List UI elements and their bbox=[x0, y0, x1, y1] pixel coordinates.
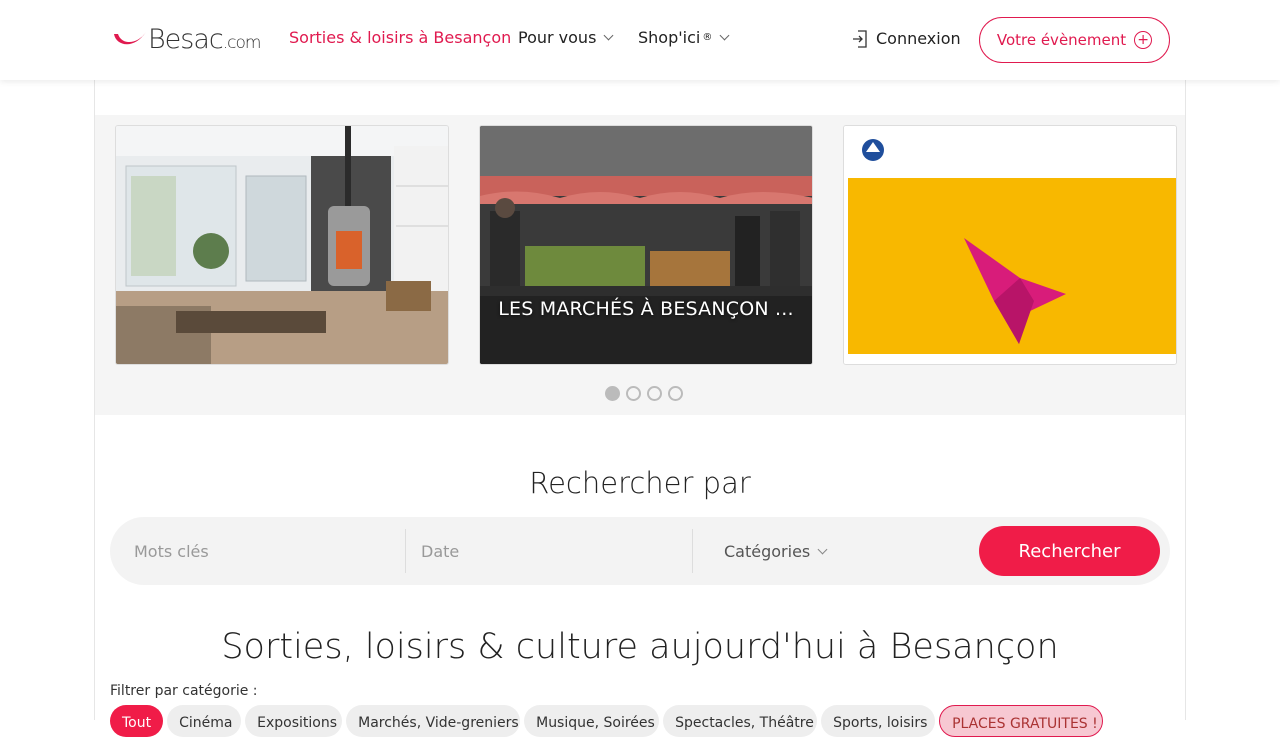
carousel-dot[interactable] bbox=[668, 386, 683, 401]
keywords-placeholder: Mots clés bbox=[134, 541, 209, 561]
chip-places-gratuites[interactable]: PLACES GRATUITES ! bbox=[939, 705, 1104, 737]
carousel-dots bbox=[605, 386, 683, 401]
search-title: Rechercher par bbox=[529, 466, 751, 500]
nav-label: Sorties & loisirs à Besançon bbox=[289, 28, 512, 47]
login-icon bbox=[853, 29, 867, 48]
categories-label: Catégories bbox=[724, 541, 811, 561]
site-logo[interactable]: Besac.com bbox=[112, 22, 261, 56]
date-input[interactable]: Date bbox=[421, 517, 691, 585]
chip-spectacles[interactable]: Spectacles, Théâtre bbox=[663, 705, 818, 737]
plus-circle-icon: + bbox=[1134, 31, 1153, 49]
chip-musique[interactable]: Musique, Soirées bbox=[524, 705, 660, 737]
living-room-image bbox=[116, 126, 448, 364]
add-event-label: Votre évènement bbox=[996, 31, 1127, 49]
category-chips: Tout Cinéma Expositions Marchés, Vide-gr… bbox=[110, 705, 1104, 737]
carousel-dot[interactable] bbox=[626, 386, 641, 401]
logo-swoosh-icon bbox=[114, 32, 146, 45]
add-event-button[interactable]: Votre évènement + bbox=[979, 17, 1170, 63]
filter-label: Filtrer par catégorie : bbox=[110, 683, 258, 699]
chip-tout[interactable]: Tout bbox=[110, 705, 164, 737]
site-header: Besac.com Sorties & loisirs à Besançon P… bbox=[0, 0, 1280, 80]
carousel-dot[interactable] bbox=[647, 386, 662, 401]
section-title: Sorties, loisirs & culture aujourd'hui à… bbox=[221, 627, 1059, 667]
nav-sorties-loisirs[interactable]: Sorties & loisirs à Besançon bbox=[289, 28, 511, 47]
nav-pour-vous[interactable]: Pour vous bbox=[518, 28, 614, 47]
carousel-slide-assurance-maladie[interactable] bbox=[843, 125, 1177, 365]
chevron-down-icon bbox=[817, 544, 828, 554]
registered-mark: ® bbox=[702, 32, 713, 43]
divider bbox=[405, 529, 406, 573]
search-button[interactable]: Rechercher bbox=[979, 526, 1160, 576]
login-label: Connexion bbox=[876, 29, 961, 48]
chip-cinema[interactable]: Cinéma bbox=[167, 705, 242, 737]
chip-marches[interactable]: Marchés, Vide-greniers bbox=[346, 705, 521, 737]
date-placeholder: Date bbox=[421, 541, 460, 561]
nav-label: Shop'ici bbox=[638, 28, 701, 47]
chevron-down-icon bbox=[719, 30, 730, 41]
divider bbox=[692, 529, 693, 573]
assurance-maladie-ad-image bbox=[844, 126, 1176, 364]
carousel-slide-fireplace[interactable] bbox=[115, 125, 449, 365]
market-image bbox=[480, 126, 812, 364]
nav-shop-ici[interactable]: Shop'ici ® bbox=[638, 28, 730, 47]
chevron-down-icon bbox=[603, 30, 614, 41]
categories-select[interactable]: Catégories bbox=[724, 517, 844, 585]
logo-text: Besac.com bbox=[148, 23, 261, 55]
keywords-input[interactable]: Mots clés bbox=[134, 517, 404, 585]
carousel-dot[interactable] bbox=[605, 386, 620, 401]
nav-label: Pour vous bbox=[518, 28, 597, 47]
slide-caption: LES MARCHÉS À BESANÇON ... bbox=[498, 298, 794, 320]
login-link[interactable]: Connexion bbox=[852, 29, 961, 48]
chip-expositions[interactable]: Expositions bbox=[245, 705, 343, 737]
carousel-slide-marches[interactable]: LES MARCHÉS À BESANÇON ... bbox=[479, 125, 813, 365]
chip-sports[interactable]: Sports, loisirs bbox=[821, 705, 936, 737]
